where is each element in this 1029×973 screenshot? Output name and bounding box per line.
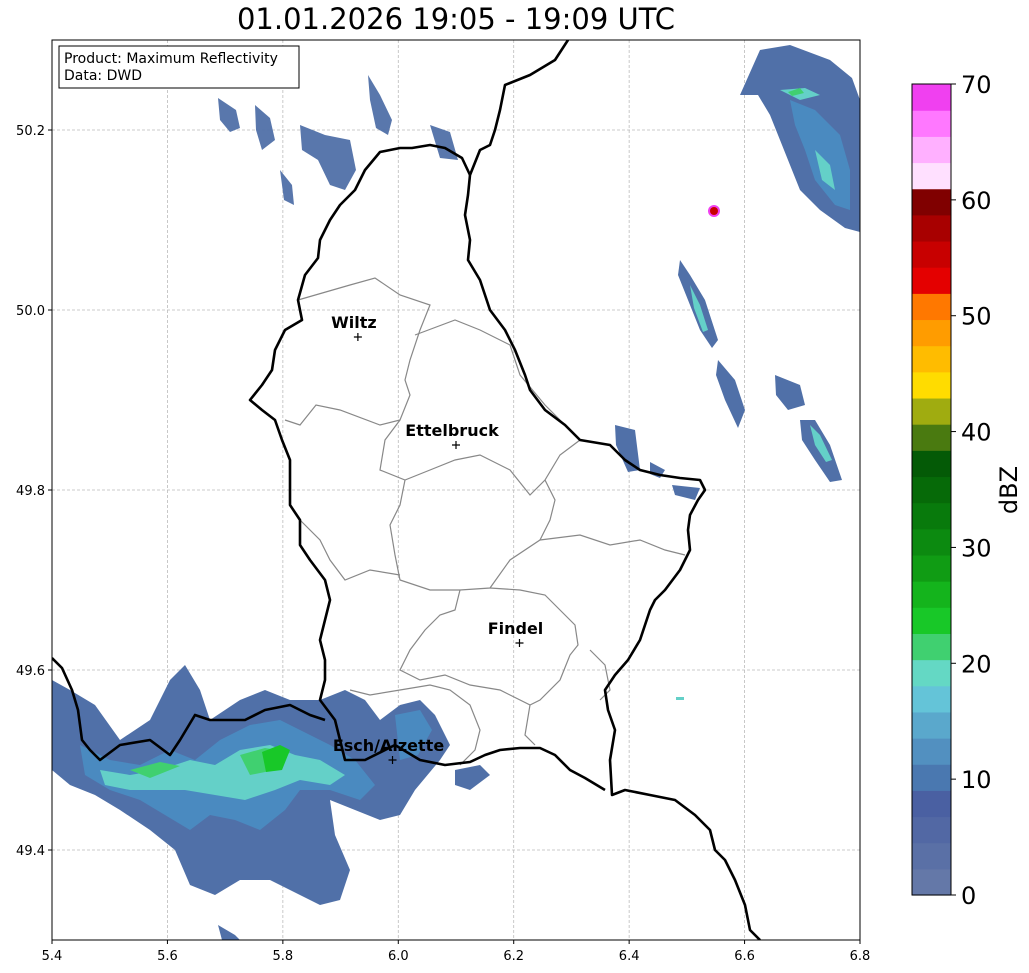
city-label: Esch/Alzette [333, 736, 445, 755]
x-tick-label: 6.0 [388, 949, 409, 964]
colorbar-swatch [912, 711, 951, 739]
colorbar-swatch [912, 136, 951, 164]
x-axis-ticks: 5.4 5.6 5.8 6.0 6.2 6.4 6.6 6.8 [42, 940, 871, 964]
colorbar-swatch [912, 371, 951, 399]
colorbar-swatch [912, 502, 951, 530]
colorbar-swatch [912, 659, 951, 687]
colorbar-swatch [912, 240, 951, 268]
colorbar-tick-label: 40 [961, 419, 992, 447]
city-label: Ettelbruck [405, 421, 499, 440]
colorbar-swatch [912, 162, 951, 190]
colorbar-swatch [912, 293, 951, 321]
y-tick-label: 49.6 [16, 664, 45, 679]
colorbar-swatch [912, 764, 951, 791]
info-box: Product: Maximum Reflectivity Data: DWD [58, 45, 300, 89]
colorbar-tick-label: 60 [961, 187, 992, 215]
colorbar-swatch [912, 816, 951, 844]
colorbar-tick-label: 10 [961, 766, 992, 794]
colorbar-swatch [912, 188, 951, 216]
colorbar-swatch [912, 607, 951, 634]
colorbar-swatch [912, 214, 951, 242]
city-label: Wiltz [331, 313, 377, 332]
colorbar-label: dBZ [995, 466, 1023, 514]
y-tick-label: 49.4 [16, 844, 45, 859]
colorbar-swatch [912, 345, 951, 373]
x-tick-label: 6.2 [503, 949, 524, 964]
y-tick-label: 49.8 [16, 484, 45, 499]
colorbar-swatch [912, 842, 951, 870]
colorbar-swatch [912, 868, 951, 896]
colorbar-swatch [912, 424, 951, 451]
x-tick-label: 6.6 [734, 949, 755, 964]
colorbar [911, 83, 952, 896]
colorbar-tick-label: 30 [961, 534, 992, 562]
colorbar-swatch [912, 554, 951, 582]
echo-tiny-cyan [676, 697, 684, 700]
y-axis-ticks: 49.4 49.6 49.8 50.0 50.2 [16, 124, 52, 859]
colorbar-swatch [912, 790, 951, 818]
x-tick-label: 6.8 [850, 949, 871, 964]
info-product: Product: Maximum Reflectivity [64, 51, 278, 67]
colorbar-swatch [912, 319, 951, 347]
city-label: Findel [488, 619, 544, 638]
info-data-source: Data: DWD [64, 68, 142, 84]
colorbar-swatch [912, 528, 951, 556]
y-tick-label: 50.0 [16, 304, 45, 319]
colorbar-swatch [912, 476, 951, 504]
colorbar-swatch [912, 685, 951, 713]
colorbar-swatch [912, 267, 951, 294]
colorbar-tick-label: 0 [961, 882, 976, 910]
colorbar-ticks: 0 10 20 30 40 50 60 70 [951, 71, 992, 910]
y-tick-label: 50.2 [16, 124, 45, 139]
radar-map-figure: Wiltz Ettelbruck Findel Esch/Alzette Produc… [16, 39, 1023, 964]
colorbar-swatch [912, 84, 951, 111]
x-tick-label: 6.4 [619, 949, 640, 964]
colorbar-tick-label: 20 [961, 650, 992, 678]
x-tick-label: 5.6 [157, 949, 178, 964]
colorbar-swatch [912, 581, 951, 608]
colorbar-swatch [912, 397, 951, 425]
colorbar-tick-label: 50 [961, 303, 992, 331]
colorbar-swatch [912, 450, 951, 478]
colorbar-swatch [912, 633, 951, 661]
colorbar-swatch [912, 738, 951, 765]
x-tick-label: 5.8 [273, 949, 294, 964]
colorbar-tick-label: 70 [961, 71, 992, 99]
echo-point-core [710, 207, 718, 215]
x-tick-label: 5.4 [42, 949, 63, 964]
colorbar-swatch [912, 110, 951, 137]
